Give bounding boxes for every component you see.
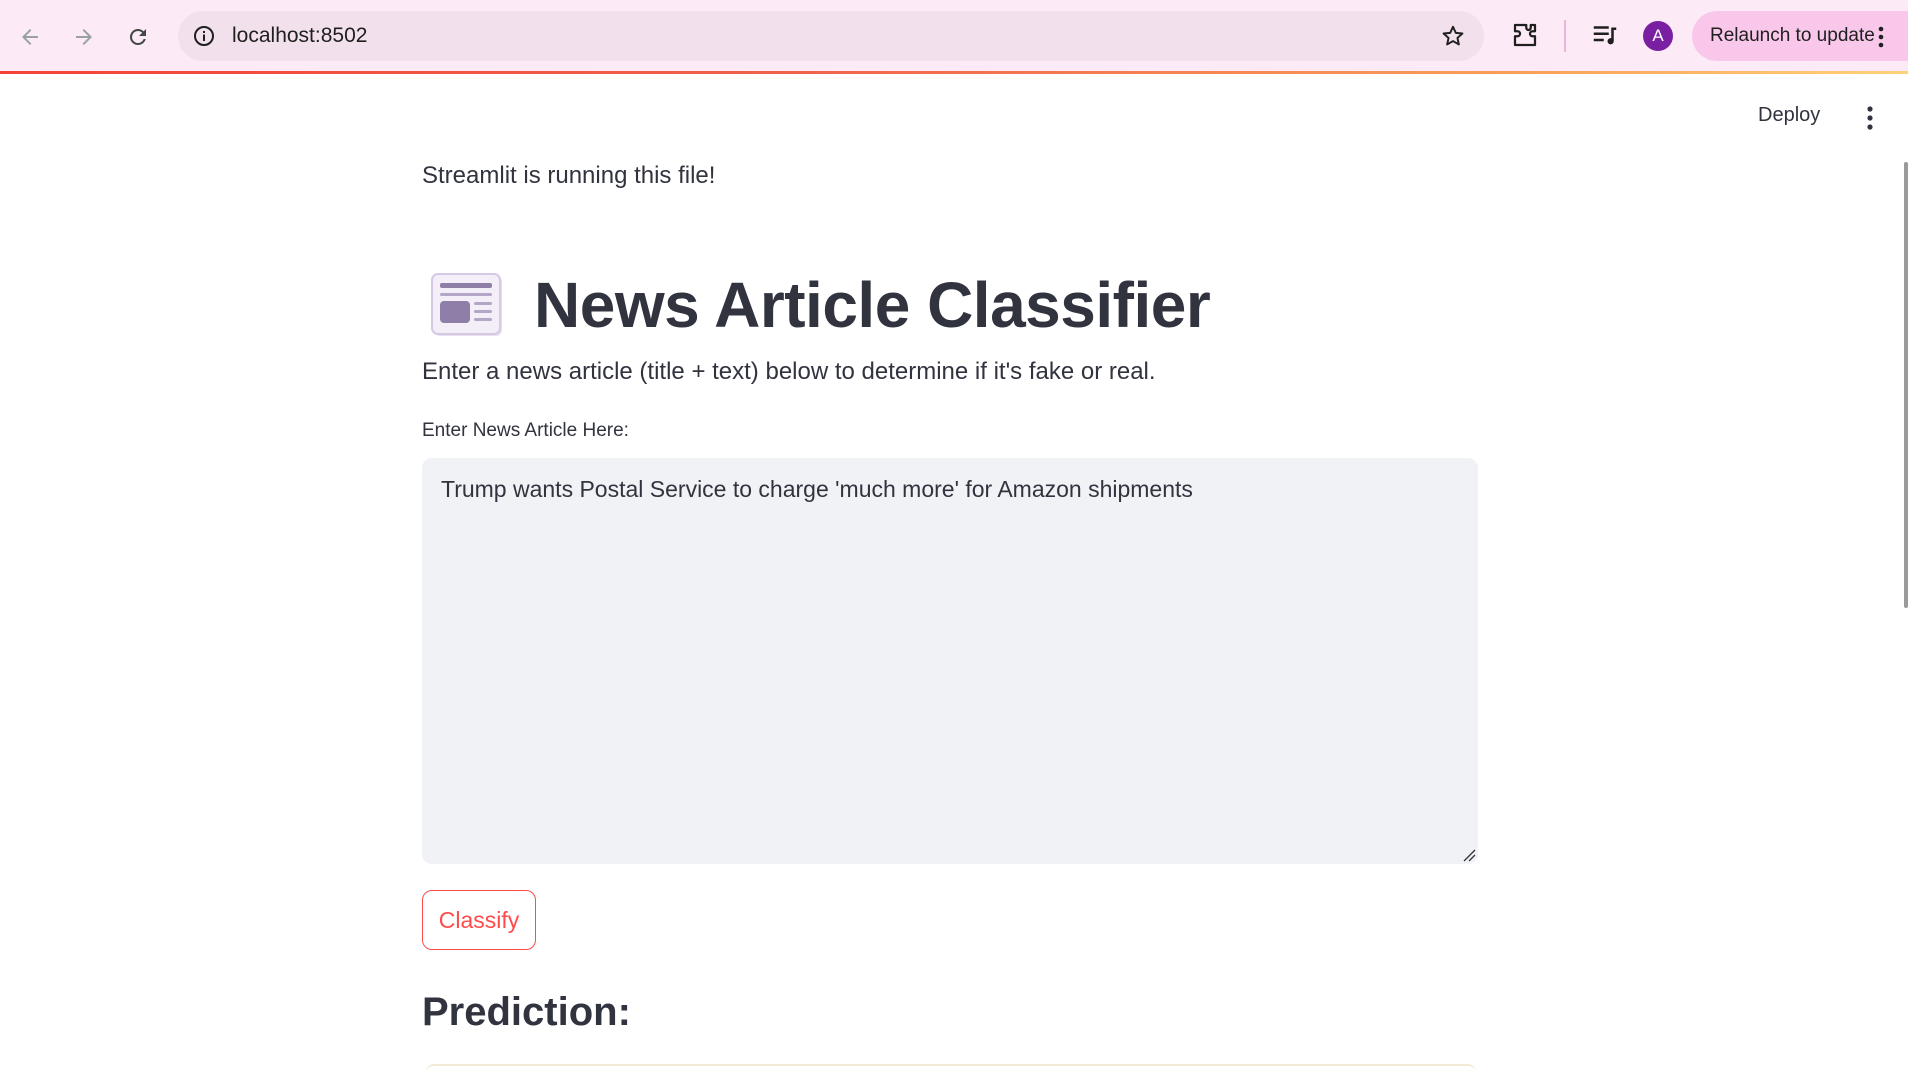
forward-button[interactable]	[64, 17, 104, 57]
relaunch-button[interactable]: Relaunch to update	[1692, 11, 1908, 61]
resize-handle-icon[interactable]	[1462, 848, 1476, 862]
article-input-label: Enter News Article Here:	[422, 420, 629, 441]
toolbar-divider	[1564, 20, 1566, 52]
chrome-menu-icon[interactable]	[1876, 25, 1886, 49]
page-title: News Article Classifier	[534, 269, 1211, 341]
back-button[interactable]	[10, 17, 50, 57]
url-text[interactable]: localhost:8502	[232, 24, 367, 48]
page-description: Enter a news article (title + text) belo…	[422, 358, 1156, 385]
reload-button[interactable]	[118, 17, 158, 57]
running-progress-bar	[0, 71, 1908, 74]
newspaper-icon	[431, 273, 502, 336]
article-textarea[interactable]: Trump wants Postal Service to charge 'mu…	[422, 458, 1478, 864]
running-message: Streamlit is running this file!	[422, 162, 716, 189]
arrow-right-icon	[76, 29, 92, 45]
prediction-result-box	[426, 1064, 1476, 1072]
page-title-row: News Article Classifier	[422, 250, 1211, 360]
deploy-button[interactable]: Deploy	[1758, 104, 1820, 127]
browser-toolbar: localhost:8502 A Relaunch to update	[0, 0, 1908, 72]
reload-icon	[129, 28, 146, 45]
arrow-left-icon	[22, 29, 38, 45]
profile-avatar[interactable]: A	[1643, 21, 1673, 51]
page-scrollbar[interactable]	[1904, 162, 1908, 608]
classify-button[interactable]: Classify	[422, 890, 536, 950]
bookmark-star-icon[interactable]	[1440, 23, 1466, 49]
prediction-heading: Prediction:	[422, 990, 631, 1034]
address-bar[interactable]: localhost:8502	[178, 11, 1484, 61]
site-info-icon[interactable]	[192, 24, 216, 48]
article-textarea-value: Trump wants Postal Service to charge 'mu…	[441, 476, 1193, 502]
extensions-puzzle-icon[interactable]	[1510, 20, 1540, 50]
main-menu-icon[interactable]	[1862, 104, 1878, 132]
media-controls-icon[interactable]	[1590, 20, 1620, 50]
relaunch-label: Relaunch to update	[1710, 25, 1875, 46]
